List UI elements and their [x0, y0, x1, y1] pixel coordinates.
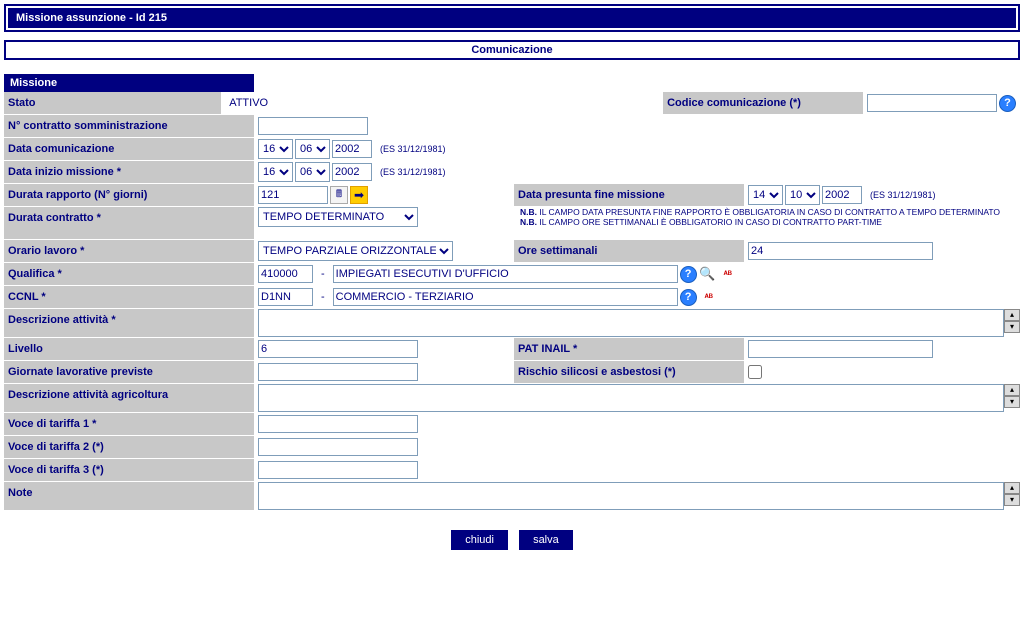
input-ore[interactable] [748, 242, 933, 260]
label-desc-agri: Descrizione attività agricoltura [4, 384, 254, 412]
input-voce1[interactable] [258, 415, 418, 433]
label-data-com: Data comunicazione [4, 138, 254, 160]
button-row: chiudi salva [4, 530, 1020, 550]
scroll-down-icon[interactable]: ▾ [1004, 396, 1020, 408]
scroll-buttons: ▴ ▾ [1004, 384, 1020, 412]
scroll-buttons: ▴ ▾ [1004, 482, 1020, 510]
dash: - [315, 291, 331, 303]
input-ccnl-desc[interactable] [333, 288, 678, 306]
input-voce2[interactable] [258, 438, 418, 456]
comunicazione-header: Comunicazione [4, 40, 1020, 60]
scroll-buttons: ▴ ▾ [1004, 309, 1020, 337]
select-data-inizio-day[interactable]: 16 [258, 162, 293, 182]
scroll-up-icon[interactable]: ▴ [1004, 384, 1020, 396]
scroll-down-icon[interactable]: ▾ [1004, 321, 1020, 333]
nb-text-2: N.B. IL CAMPO ORE SETTIMANALI È OBBLIGAT… [520, 217, 1020, 227]
help-icon[interactable]: ? [680, 289, 697, 306]
select-data-com-month[interactable]: 06 [295, 139, 330, 159]
input-codice-com[interactable] [867, 94, 997, 112]
input-voce3[interactable] [258, 461, 418, 479]
label-voce3: Voce di tariffa 3 (*) [4, 459, 254, 481]
select-data-inizio-month[interactable]: 06 [295, 162, 330, 182]
input-data-fine-year[interactable] [822, 186, 862, 204]
label-note: Note [4, 482, 254, 510]
textarea-note[interactable] [258, 482, 1004, 510]
input-qualifica-desc[interactable] [333, 265, 678, 283]
select-durata-contratto[interactable]: TEMPO DETERMINATO [258, 207, 418, 227]
input-data-inizio-year[interactable] [332, 163, 372, 181]
textarea-desc-attivita[interactable] [258, 309, 1004, 337]
hint-date: (ES 31/12/1981) [380, 144, 446, 154]
section-missione: Missione [4, 74, 254, 92]
abc-icon[interactable]: ᴬᴮ [718, 266, 738, 283]
window-title: Missione assunzione - Id 215 [8, 8, 1016, 28]
label-orario: Orario lavoro * [4, 240, 254, 262]
input-pat-inail[interactable] [748, 340, 933, 358]
input-ccnl-code[interactable] [258, 288, 313, 306]
nb-text-1: N.B. IL CAMPO DATA PRESUNTA FINE RAPPORT… [520, 207, 1020, 217]
scroll-up-icon[interactable]: ▴ [1004, 309, 1020, 321]
abc-icon[interactable]: ᴬᴮ [699, 289, 719, 306]
label-ccnl: CCNL * [4, 286, 254, 308]
label-pat-inail: PAT INAIL * [514, 338, 744, 360]
value-stato: ATTIVO [225, 94, 272, 112]
chiudi-button[interactable]: chiudi [451, 530, 508, 550]
label-stato: Stato [4, 92, 221, 114]
salva-button[interactable]: salva [519, 530, 573, 550]
scroll-down-icon[interactable]: ▾ [1004, 494, 1020, 506]
label-data-fine: Data presunta fine missione [514, 184, 744, 206]
input-durata-rapporto[interactable] [258, 186, 328, 204]
label-qualifica: Qualifica * [4, 263, 254, 285]
input-n-contratto[interactable] [258, 117, 368, 135]
search-icon[interactable]: 🔍 [699, 266, 716, 283]
textarea-desc-agri[interactable] [258, 384, 1004, 412]
label-n-contratto: N° contratto somministrazione [4, 115, 254, 137]
hint-date: (ES 31/12/1981) [380, 167, 446, 177]
calc-icon[interactable]: 🖩 [330, 186, 348, 204]
label-voce1: Voce di tariffa 1 * [4, 413, 254, 435]
arrow-icon[interactable]: ➡ [350, 186, 368, 204]
label-durata-rapporto: Durata rapporto (N° giorni) [4, 184, 254, 206]
label-livello: Livello [4, 338, 254, 360]
label-ore: Ore settimanali [514, 240, 744, 262]
label-rischio: Rischio silicosi e asbestosi (*) [514, 361, 744, 383]
label-giornate: Giornate lavorative previste [4, 361, 254, 383]
help-icon[interactable]: ? [999, 95, 1016, 112]
help-icon[interactable]: ? [680, 266, 697, 283]
window-header: Missione assunzione - Id 215 [4, 4, 1020, 32]
checkbox-rischio[interactable] [748, 365, 762, 379]
scroll-up-icon[interactable]: ▴ [1004, 482, 1020, 494]
label-data-inizio: Data inizio missione * [4, 161, 254, 183]
label-desc-attivita: Descrizione attività * [4, 309, 254, 337]
select-data-fine-month[interactable]: 10 [785, 185, 820, 205]
input-qualifica-code[interactable] [258, 265, 313, 283]
label-voce2: Voce di tariffa 2 (*) [4, 436, 254, 458]
input-giornate[interactable] [258, 363, 418, 381]
select-data-fine-day[interactable]: 14 [748, 185, 783, 205]
input-livello[interactable] [258, 340, 418, 358]
dash: - [315, 268, 331, 280]
select-orario[interactable]: TEMPO PARZIALE ORIZZONTALE [258, 241, 453, 261]
label-durata-contratto: Durata contratto * [4, 207, 254, 239]
label-codice-com: Codice comunicazione (*) [663, 92, 863, 114]
hint-date: (ES 31/12/1981) [870, 190, 936, 200]
select-data-com-day[interactable]: 16 [258, 139, 293, 159]
input-data-com-year[interactable] [332, 140, 372, 158]
